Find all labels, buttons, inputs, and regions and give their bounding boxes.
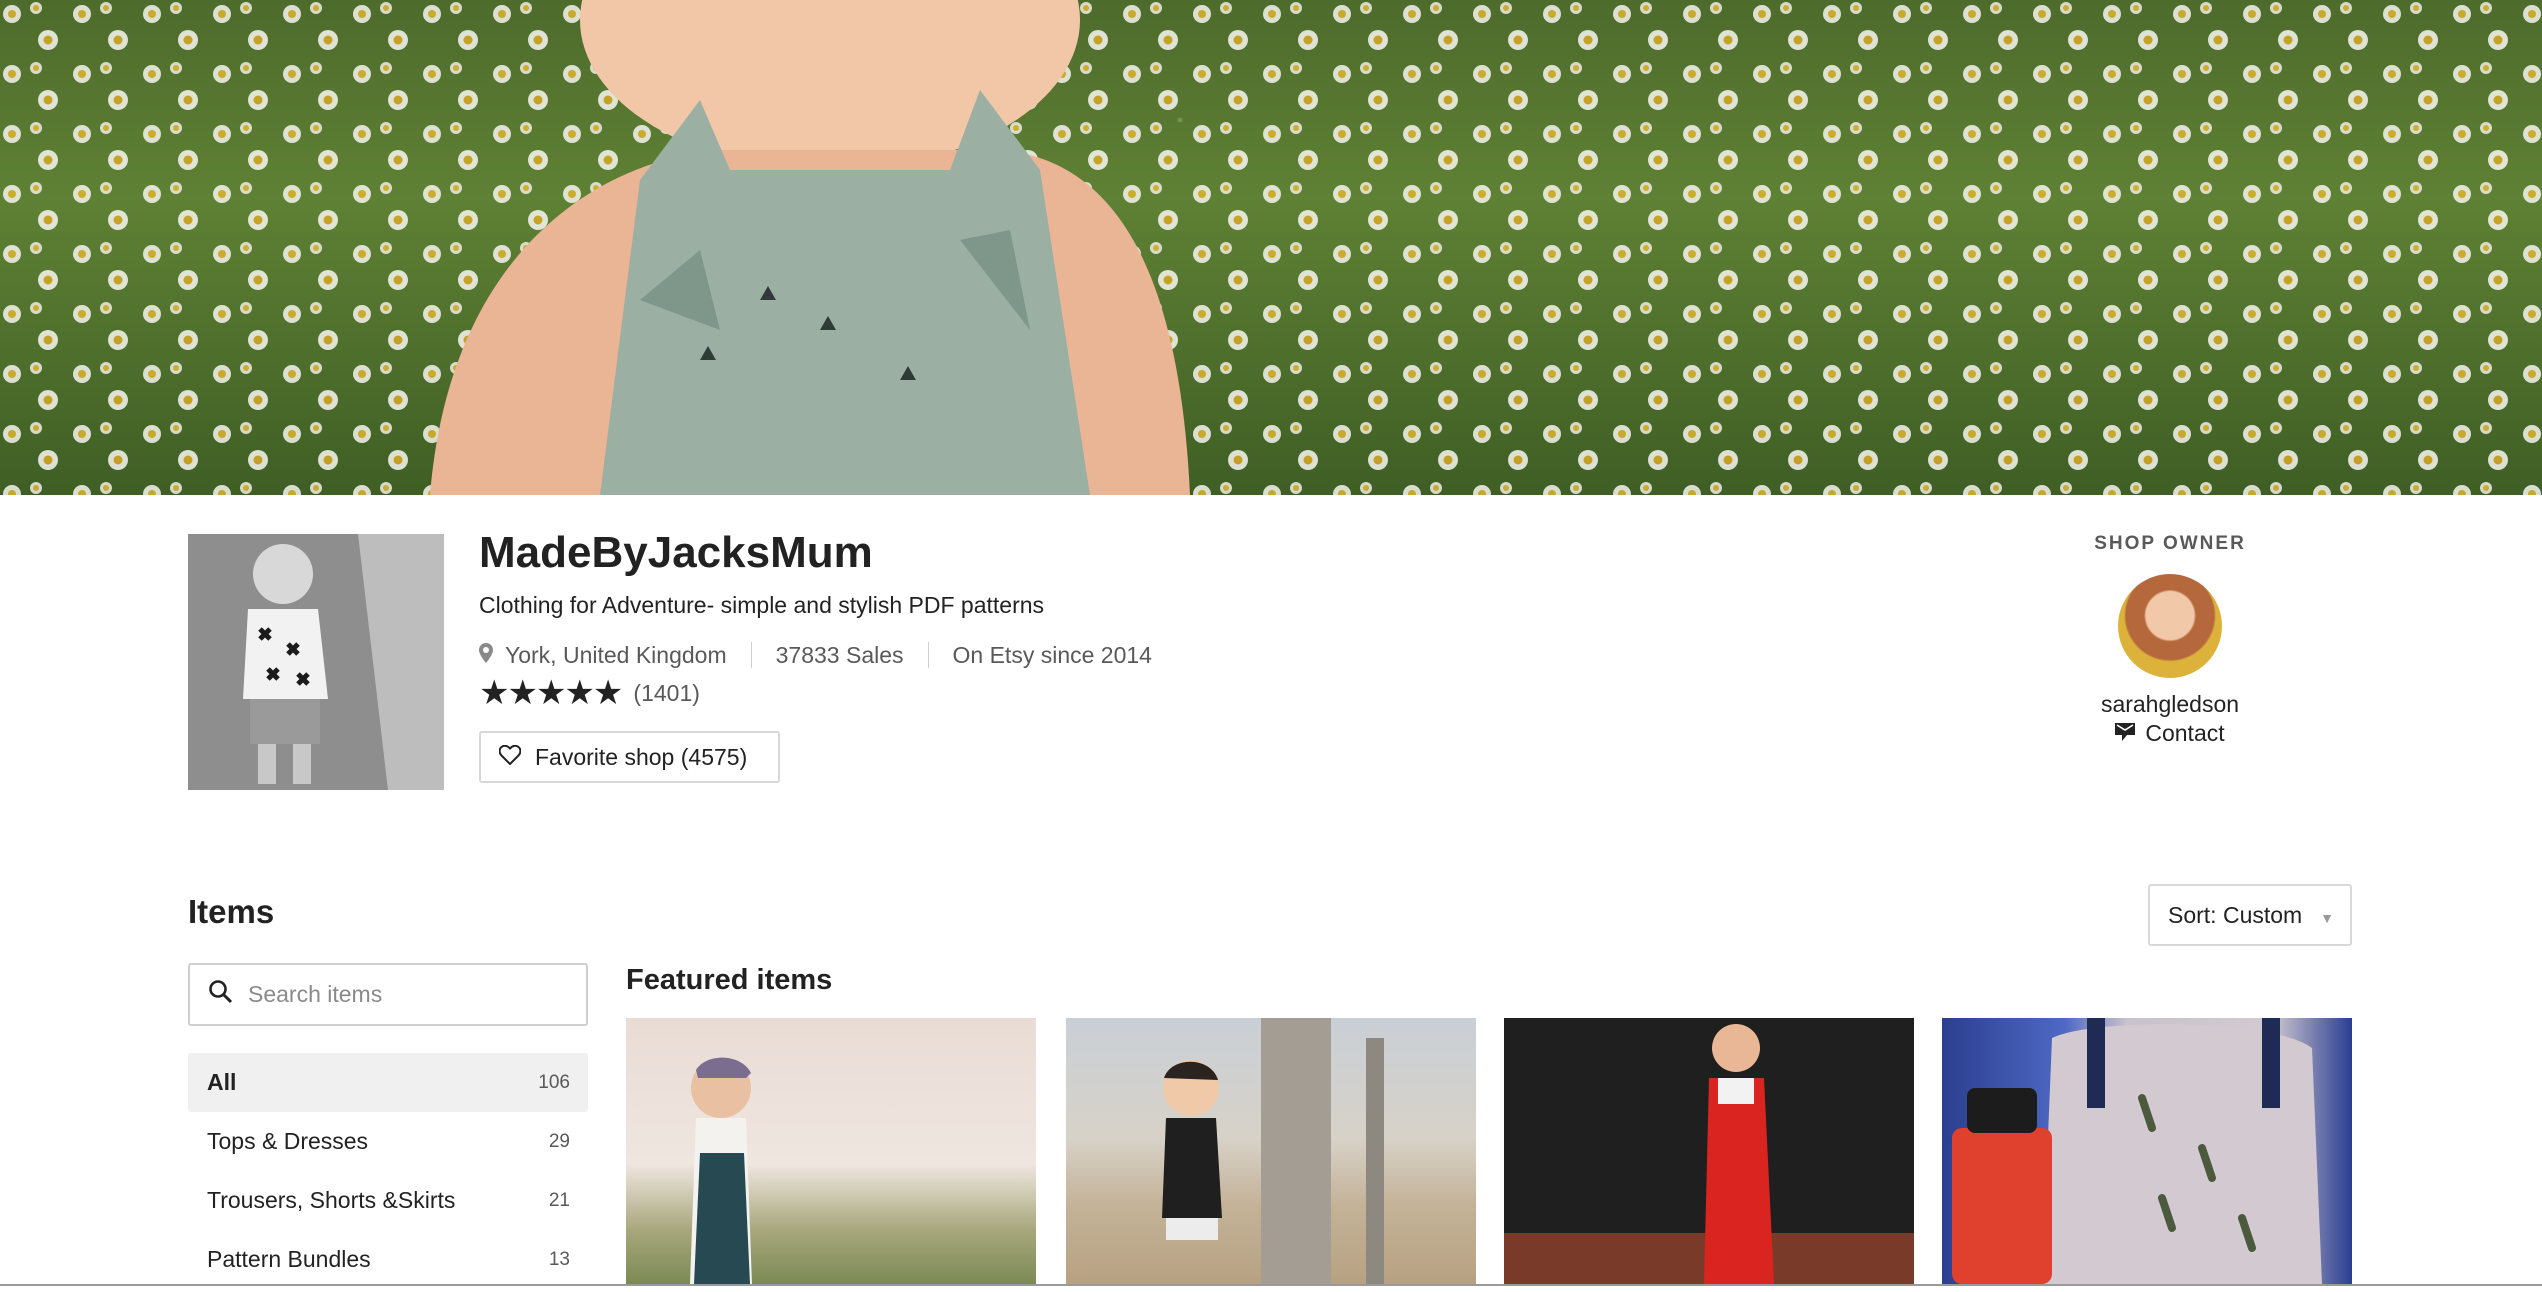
category-label: Pattern Bundles xyxy=(207,1246,371,1272)
shop-page: MadeByJacksMum Clothing for Adventure- s… xyxy=(0,0,2542,1292)
shop-tagline: Clothing for Adventure- simple and styli… xyxy=(479,592,1045,618)
category-item-pattern-bundles[interactable]: Pattern Bundles 13 xyxy=(188,1230,588,1289)
shop-name: MadeByJacksMum xyxy=(479,528,873,577)
owner-name[interactable]: sarahgledson xyxy=(2000,691,2340,718)
favorite-shop-label: Favorite shop (4575) xyxy=(535,743,748,770)
shop-banner-image xyxy=(0,0,2542,495)
sort-label: Sort: Custom xyxy=(2168,901,2303,928)
category-count: 13 xyxy=(548,1248,570,1270)
category-item-tops-dresses[interactable]: Tops & Dresses 29 xyxy=(188,1112,588,1171)
featured-item-image[interactable] xyxy=(1066,1018,1476,1284)
shop-sales[interactable]: 37833 Sales xyxy=(776,642,904,669)
heart-icon xyxy=(498,744,522,771)
category-list: All 106 Tops & Dresses 29 Trousers, Shor… xyxy=(188,1053,588,1289)
category-count: 106 xyxy=(538,1071,570,1093)
featured-item-illustration xyxy=(1952,1018,2322,1284)
contact-link[interactable]: Contact xyxy=(2000,720,2340,747)
favorite-shop-button[interactable]: Favorite shop (4575) xyxy=(479,731,780,783)
featured-item-illustration xyxy=(1504,1018,1914,1284)
shop-logo-illustration xyxy=(188,534,444,790)
category-count: 29 xyxy=(548,1130,570,1152)
contact-label: Contact xyxy=(2145,720,2225,746)
featured-item-image[interactable] xyxy=(1504,1018,1914,1284)
message-icon xyxy=(2115,720,2136,747)
featured-item-image[interactable] xyxy=(626,1018,1036,1284)
items-heading: Items xyxy=(188,893,275,930)
rating-stars-icon: ★★★★★ xyxy=(479,674,623,712)
owner-avatar[interactable] xyxy=(2118,574,2222,678)
viewport-bottom-edge xyxy=(0,1284,2542,1286)
shop-logo-image[interactable] xyxy=(188,534,444,790)
category-item-all[interactable]: All 106 xyxy=(188,1053,588,1112)
shop-location[interactable]: York, United Kingdom xyxy=(505,642,727,669)
shop-owner-heading: SHOP OWNER xyxy=(2094,533,2246,554)
featured-items-heading: Featured items xyxy=(626,964,833,996)
category-label: Trousers, Shorts &Skirts xyxy=(207,1187,456,1213)
search-items-field[interactable] xyxy=(188,963,588,1026)
shop-since: On Etsy since 2014 xyxy=(952,641,1152,668)
sort-dropdown[interactable]: Sort: Custom ▼ xyxy=(2148,884,2352,946)
rating-count: (1401) xyxy=(633,679,700,706)
search-icon xyxy=(208,979,234,1010)
featured-item-illustration xyxy=(690,1057,752,1284)
category-item-trousers-shorts-skirts[interactable]: Trousers, Shorts &Skirts 21 xyxy=(188,1171,588,1230)
meta-divider xyxy=(927,642,929,668)
meta-divider xyxy=(750,642,752,668)
category-count: 21 xyxy=(548,1189,570,1211)
search-items-input[interactable] xyxy=(248,981,568,1008)
banner-illustration xyxy=(0,0,2542,495)
category-label: All xyxy=(207,1069,237,1095)
category-label: Tops & Dresses xyxy=(207,1128,369,1154)
shop-rating[interactable]: ★★★★★ (1401) xyxy=(479,676,700,710)
featured-item-image[interactable] xyxy=(1942,1018,2352,1284)
featured-item-illustration xyxy=(1162,1018,1384,1284)
shop-meta: York, United Kingdom 37833 Sales On Etsy… xyxy=(479,640,1152,670)
location-pin-icon xyxy=(479,642,493,669)
caret-down-icon: ▼ xyxy=(2320,910,2334,926)
